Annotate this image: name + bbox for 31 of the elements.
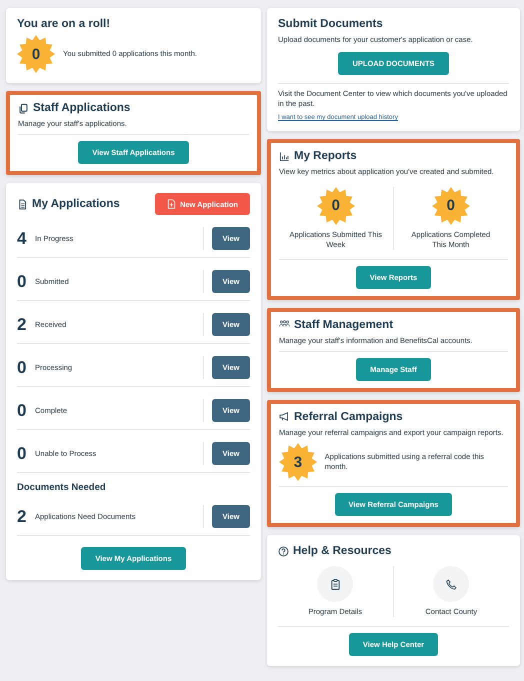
starburst-icon [17,35,55,73]
starburst-icon [432,186,470,224]
badge-count: 0 [332,197,340,214]
help-icon [278,546,289,556]
copy-icon [18,102,29,114]
card-title: My Applications [32,198,120,210]
application-count: 4 [17,228,28,249]
application-count: 0 [17,444,28,464]
megaphone-icon [279,411,290,422]
application-count: 2 [17,314,28,335]
clipboard-icon[interactable] [317,566,354,602]
application-count: 0 [17,272,28,292]
application-count: 0 [17,400,28,421]
badge-count: 0 [446,197,455,214]
badge-count: 3 [294,454,302,470]
starburst-icon [316,186,355,224]
bar-chart-icon [279,150,290,162]
section-heading: Documents Needed [17,482,107,494]
starburst-icon [279,443,317,481]
card-title: Staff Applications [33,102,130,114]
card-title: Submit Documents [278,18,384,30]
card-title: Help & Resources [293,545,392,557]
card-title: My Reports [294,150,357,162]
card-title: You are on a roll! [17,18,112,30]
card-title: Referral Campaigns [294,410,403,423]
file-plus-icon [166,199,176,210]
document-icon [17,198,28,210]
badge-count: 0 [32,46,40,62]
application-count: 2 [17,506,28,527]
application-count: 0 [17,358,28,378]
card-title: Staff Management [294,318,394,331]
